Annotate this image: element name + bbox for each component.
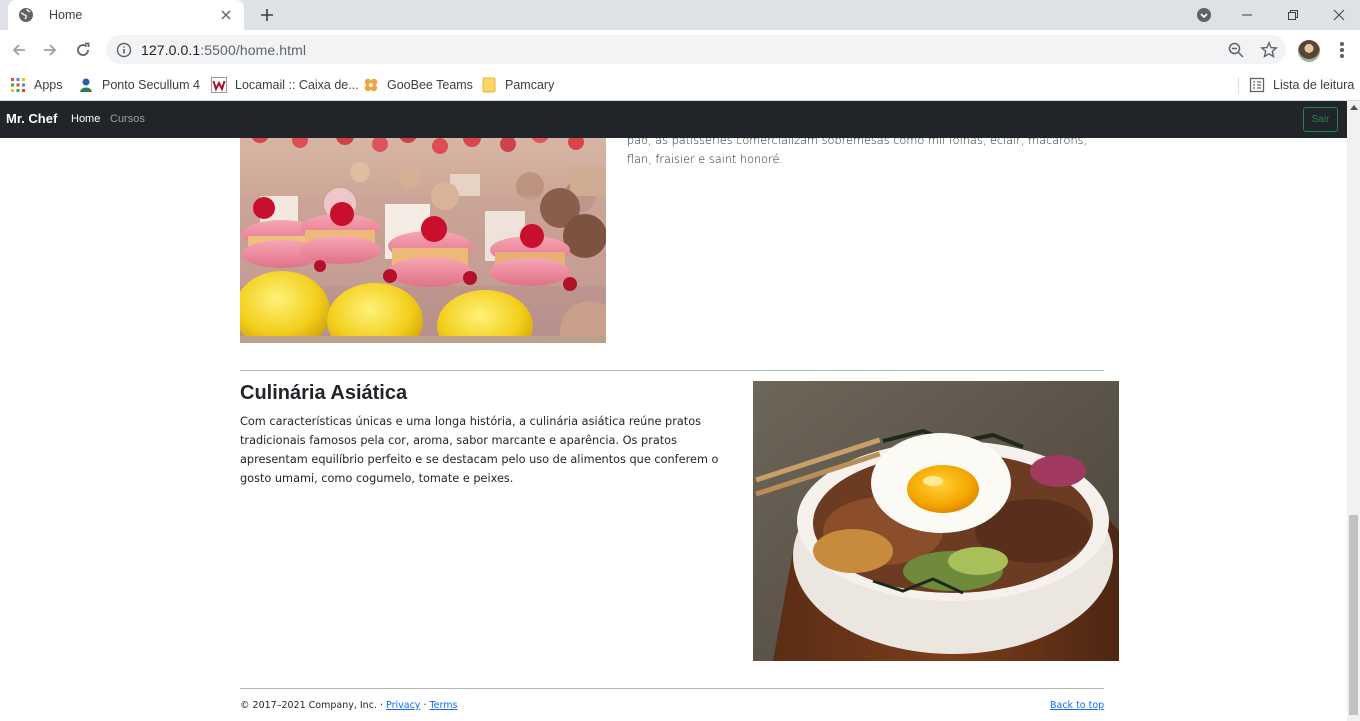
reading-list-button[interactable]: Lista de leitura <box>1249 74 1354 96</box>
scrollbar-thumb[interactable] <box>1349 515 1358 715</box>
asian-cuisine-heading: Culinária Asiática <box>240 382 408 404</box>
reload-icon[interactable] <box>72 39 94 61</box>
new-tab-button[interactable] <box>257 6 277 24</box>
tab-strip: Home <box>0 0 1360 30</box>
bookmark-label: Pamcary <box>505 78 555 92</box>
back-icon[interactable] <box>8 39 30 61</box>
bookmark-goobee[interactable]: GooBee Teams <box>363 74 473 96</box>
page-viewport: pão, as patisseries comercializam sobrem… <box>0 101 1347 721</box>
url-text: 127.0.0.1:5500/home.html <box>141 42 306 58</box>
bookmark-star-icon[interactable] <box>1260 41 1278 59</box>
forward-icon[interactable] <box>39 39 61 61</box>
reading-list-icon <box>1249 77 1265 93</box>
bookmark-label: Apps <box>34 78 63 92</box>
menu-kebab-icon[interactable] <box>1334 41 1350 59</box>
asian-cuisine-paragraph: Com características únicas e uma longa h… <box>240 415 719 485</box>
logout-button[interactable]: Sair <box>1303 107 1338 132</box>
bookmark-pamcary[interactable]: Pamcary <box>481 74 554 96</box>
site-navbar: Mr. Chef Home Cursos Sair <box>0 101 1347 138</box>
globe-icon <box>18 7 34 23</box>
close-icon[interactable] <box>218 7 234 23</box>
scroll-up-arrow-icon[interactable] <box>1350 105 1358 110</box>
bookmarks-bar: Apps Ponto Secullum 4 Locamail :: Caixa … <box>0 69 1360 101</box>
privacy-link[interactable]: Privacy <box>386 700 420 711</box>
browser-tab-home[interactable]: Home <box>8 0 244 30</box>
bookmark-label: Locamail :: Caixa de... <box>235 78 359 92</box>
folder-icon <box>481 77 497 93</box>
tab-search-icon[interactable] <box>1196 7 1212 23</box>
brand-logo[interactable]: Mr. Chef <box>6 111 57 126</box>
tab-title: Home <box>49 8 83 22</box>
apps-grid-icon <box>10 77 26 93</box>
footer-divider <box>240 688 1104 689</box>
bookmark-locamail[interactable]: Locamail :: Caixa de... <box>211 74 359 96</box>
secullum-icon <box>78 77 94 93</box>
footer-copyright: © 2017–2021 Company, Inc. · Privacy · Te… <box>240 700 457 711</box>
reading-list-label: Lista de leitura <box>1273 78 1355 92</box>
bookmark-label: GooBee Teams <box>387 78 473 92</box>
bookmark-apps[interactable]: Apps <box>10 74 63 96</box>
nav-link-home[interactable]: Home <box>71 113 100 125</box>
terms-link[interactable]: Terms <box>429 700 457 711</box>
profile-avatar[interactable] <box>1298 40 1320 62</box>
pastry-image <box>240 126 606 343</box>
back-to-top-link[interactable]: Back to top <box>1050 700 1104 711</box>
bookmark-ponto-secullum[interactable]: Ponto Secullum 4 <box>78 74 200 96</box>
bookmarks-divider <box>1238 77 1239 94</box>
url-path: :5500/home.html <box>200 41 307 58</box>
asian-bowl-image <box>753 381 1119 661</box>
close-window-button[interactable] <box>1316 0 1360 30</box>
nav-link-cursos[interactable]: Cursos <box>110 113 145 125</box>
zoom-icon[interactable] <box>1228 42 1244 58</box>
copyright-text: © 2017–2021 Company, Inc. · <box>240 700 387 711</box>
minimize-button[interactable] <box>1224 0 1270 30</box>
restore-button[interactable] <box>1270 0 1316 30</box>
bookmark-label: Ponto Secullum 4 <box>102 78 200 92</box>
page-scrollbar[interactable] <box>1347 101 1360 721</box>
browser-toolbar: 127.0.0.1:5500/home.html <box>0 30 1360 69</box>
info-icon[interactable] <box>116 42 132 58</box>
goobee-icon <box>363 77 379 93</box>
url-host: 127.0.0.1 <box>141 41 201 58</box>
section-divider <box>240 370 1104 371</box>
locamail-icon <box>211 77 227 93</box>
address-bar[interactable]: 127.0.0.1:5500/home.html <box>106 35 1286 64</box>
